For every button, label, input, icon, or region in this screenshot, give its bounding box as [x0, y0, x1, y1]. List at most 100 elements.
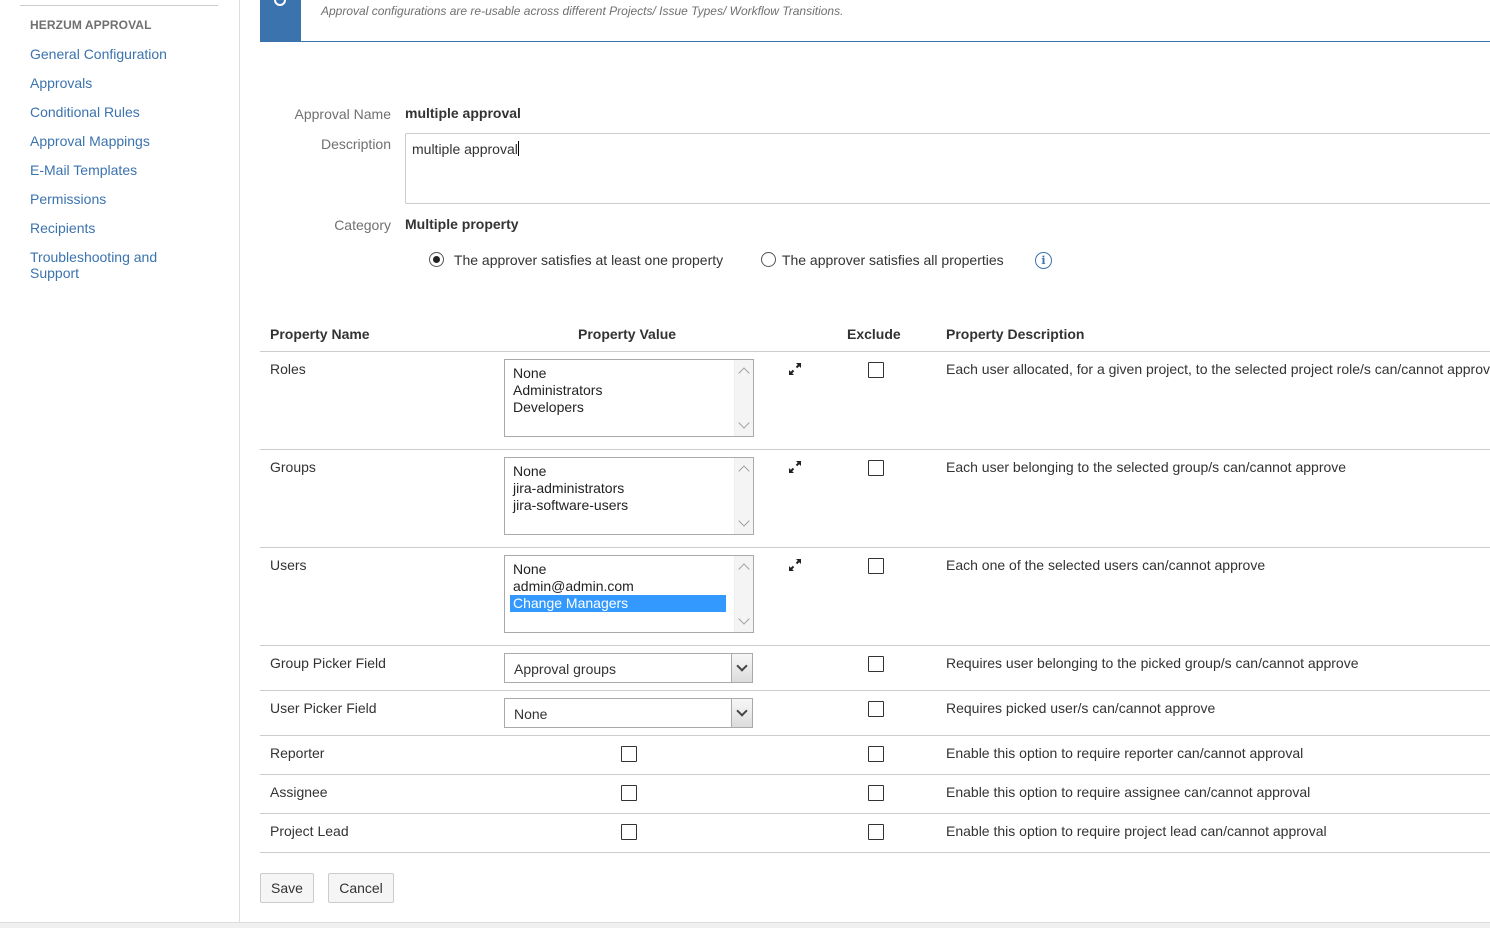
exclude-checkbox-users[interactable] [868, 558, 884, 574]
sidebar-item-permissions[interactable]: Permissions [30, 191, 230, 207]
exclude-checkbox-user-picker[interactable] [868, 701, 884, 717]
exclude-checkbox-project-lead[interactable] [868, 824, 884, 840]
row-description-group-picker: Requires user belonging to the picked gr… [946, 655, 1359, 671]
exclude-checkbox-assignee[interactable] [868, 785, 884, 801]
cancel-button[interactable]: Cancel [328, 873, 394, 903]
sidebar-item-label: Approval Mappings [30, 133, 150, 149]
list-option[interactable]: Developers [510, 399, 726, 416]
approval-name-value: multiple approval [405, 105, 521, 121]
description-text: multiple approval [412, 141, 518, 157]
value-checkbox-assignee[interactable] [621, 785, 637, 801]
category-value: Multiple property [405, 216, 519, 232]
sidebar-item-general-configuration[interactable]: General Configuration [30, 46, 230, 62]
row-name-group-picker: Group Picker Field [270, 655, 386, 671]
sidebar-item-approvals[interactable]: Approvals [30, 75, 230, 91]
group-picker-select[interactable]: Approval groups [504, 653, 753, 683]
radio-label: The approver satisfies all properties [781, 252, 1004, 268]
radio-button-unselected[interactable] [761, 252, 776, 267]
exclude-checkbox-reporter[interactable] [868, 746, 884, 762]
row-description-roles: Each user allocated, for a given project… [946, 361, 1490, 377]
category-label: Category [334, 217, 391, 233]
radio-label: The approver satisfies at least one prop… [453, 252, 724, 268]
sidebar-item-conditional-rules[interactable]: Conditional Rules [30, 104, 230, 120]
sidebar: HERZUM APPROVAL General Configuration Ap… [0, 0, 240, 922]
header-property-name: Property Name [270, 326, 370, 342]
list-option[interactable]: None [510, 365, 726, 382]
row-divider [260, 852, 1490, 853]
list-option-selected[interactable]: Change Managers [510, 595, 726, 612]
sidebar-divider [20, 5, 218, 6]
listbox-scrollbar[interactable] [734, 458, 753, 534]
radio-button-selected[interactable] [429, 252, 444, 267]
row-divider [260, 735, 1490, 736]
row-name-reporter: Reporter [270, 745, 325, 761]
row-description-assignee: Enable this option to require assignee c… [946, 784, 1311, 800]
row-divider [260, 449, 1490, 450]
sidebar-item-label: Conditional Rules [30, 104, 140, 120]
exclude-checkbox-groups[interactable] [868, 460, 884, 476]
row-divider [260, 690, 1490, 691]
radio-all-properties[interactable]: The approver satisfies all properties [761, 252, 1004, 268]
header-property-description: Property Description [946, 326, 1085, 342]
list-option[interactable]: jira-software-users [510, 497, 726, 514]
text-caret [517, 141, 519, 156]
banner-note: Approval configurations are re-usable ac… [321, 4, 844, 18]
sidebar-item-troubleshooting[interactable]: Troubleshooting and Support [30, 249, 230, 281]
user-picker-select[interactable]: None [504, 698, 753, 728]
info-banner: Approval configurations are re-usable ac… [260, 0, 1490, 42]
row-name-project-lead: Project Lead [270, 823, 349, 839]
row-description-project-lead: Enable this option to require project le… [946, 823, 1327, 839]
sidebar-item-approval-mappings[interactable]: Approval Mappings [30, 133, 230, 149]
description-label: Description [320, 136, 391, 152]
list-option[interactable]: admin@admin.com [510, 578, 726, 595]
sidebar-item-label: General Configuration [30, 46, 167, 62]
row-divider [260, 547, 1490, 548]
expand-icon[interactable] [787, 459, 803, 475]
sidebar-heading: HERZUM APPROVAL [30, 18, 152, 32]
list-option[interactable]: Administrators [510, 382, 726, 399]
value-checkbox-reporter[interactable] [621, 746, 637, 762]
row-description-user-picker: Requires picked user/s can/cannot approv… [946, 700, 1216, 716]
value-checkbox-project-lead[interactable] [621, 824, 637, 840]
row-name-users: Users [270, 557, 307, 573]
sidebar-nav: General Configuration Approvals Conditio… [30, 46, 230, 294]
users-listbox[interactable]: None admin@admin.com Change Managers [504, 555, 754, 633]
expand-icon[interactable] [787, 557, 803, 573]
chevron-down-icon[interactable] [731, 699, 752, 727]
row-name-roles: Roles [270, 361, 306, 377]
banner-icon [260, 0, 301, 42]
row-description-reporter: Enable this option to require reporter c… [946, 745, 1304, 761]
approval-name-label: Approval Name [294, 106, 392, 122]
row-description-groups: Each user belonging to the selected grou… [946, 459, 1347, 475]
roles-listbox[interactable]: None Administrators Developers [504, 359, 754, 437]
groups-listbox[interactable]: None jira-administrators jira-software-u… [504, 457, 754, 535]
exclude-checkbox-group-picker[interactable] [868, 656, 884, 672]
sidebar-item-recipients[interactable]: Recipients [30, 220, 230, 236]
exclude-checkbox-roles[interactable] [868, 362, 884, 378]
list-option[interactable]: jira-administrators [510, 480, 726, 497]
row-divider [260, 645, 1490, 646]
chevron-down-icon[interactable] [731, 654, 752, 682]
list-option[interactable]: None [510, 561, 726, 578]
listbox-scrollbar[interactable] [734, 556, 753, 632]
radio-at-least-one[interactable]: The approver satisfies at least one prop… [429, 252, 723, 268]
row-name-assignee: Assignee [270, 784, 328, 800]
description-textarea[interactable]: multiple approval [405, 133, 1490, 204]
row-divider [260, 774, 1490, 775]
list-option[interactable]: None [510, 463, 726, 480]
sidebar-item-label: Permissions [30, 191, 107, 207]
save-button[interactable]: Save [260, 873, 314, 903]
info-icon[interactable]: i [1035, 252, 1052, 269]
sidebar-item-email-templates[interactable]: E-Mail Templates [30, 162, 230, 178]
select-value: None [514, 706, 548, 722]
row-name-groups: Groups [270, 459, 316, 475]
header-exclude: Exclude [847, 326, 901, 342]
row-description-users: Each one of the selected users can/canno… [946, 557, 1266, 573]
row-divider [260, 813, 1490, 814]
row-name-user-picker: User Picker Field [270, 700, 377, 716]
sidebar-item-label: Approvals [30, 75, 93, 91]
listbox-scrollbar[interactable] [734, 360, 753, 436]
footer-strip [0, 922, 1490, 928]
expand-icon[interactable] [787, 361, 803, 377]
select-value: Approval groups [514, 661, 616, 677]
